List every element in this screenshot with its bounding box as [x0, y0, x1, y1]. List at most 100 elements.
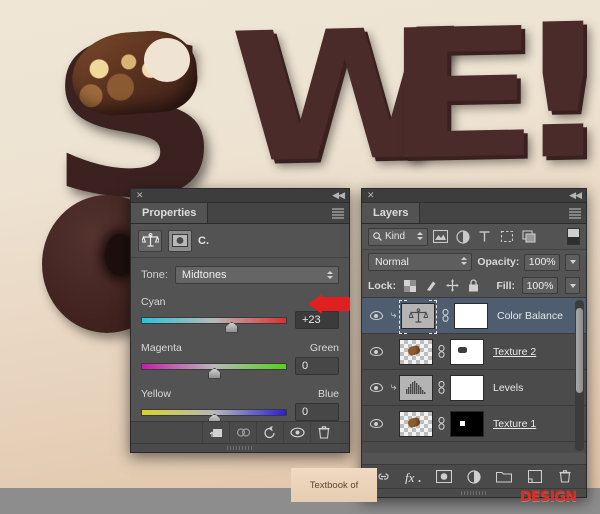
type-filter-icon[interactable] — [475, 227, 494, 246]
shape-filter-icon[interactable] — [497, 227, 516, 246]
opacity-dropdown-icon[interactable] — [565, 253, 580, 271]
artwork-letter-exclaim: ! — [510, 0, 600, 202]
table-row[interactable]: Texture 2 — [362, 334, 586, 370]
link-mask-icon[interactable] — [436, 417, 447, 431]
layer-mask-icon[interactable] — [168, 229, 192, 252]
table-row[interactable]: ⤷ — [362, 298, 586, 334]
layer-thumbnail[interactable] — [399, 338, 433, 365]
eye-icon — [369, 419, 383, 428]
reset-icon[interactable] — [256, 421, 283, 444]
red-arrow-annotation-icon — [306, 294, 350, 314]
blend-mode-row: Normal Opacity: 100% — [362, 250, 586, 274]
fill-label: Fill: — [496, 279, 515, 292]
toggle-previous-state-icon[interactable] — [229, 421, 256, 444]
layer-visibility-toggle[interactable] — [364, 383, 388, 392]
filter-toggle-icon[interactable] — [567, 228, 580, 245]
layer-visibility-toggle[interactable] — [364, 347, 388, 356]
properties-resize-grip[interactable] — [131, 443, 349, 452]
color-balance-scale-icon[interactable] — [138, 229, 162, 252]
blend-mode-select[interactable]: Normal — [368, 253, 473, 271]
properties-tabbar: Properties — [131, 203, 349, 224]
table-row[interactable]: YOU TYPE — [362, 442, 586, 453]
adjustment-thumbnail[interactable] — [401, 302, 435, 329]
close-icon[interactable]: ✕ — [136, 191, 144, 200]
lock-image-icon[interactable] — [424, 279, 438, 293]
eye-icon — [369, 347, 383, 356]
stepper-arrows-icon — [417, 231, 423, 240]
opacity-value[interactable]: 100% — [524, 253, 561, 271]
clip-to-layer-icon[interactable] — [202, 421, 229, 444]
tone-select[interactable]: Midtones — [174, 266, 339, 284]
design-watermark: DESIGN — [520, 489, 577, 505]
delete-icon[interactable] — [310, 421, 337, 444]
clipping-mask-indicator-icon: ⤷ — [390, 381, 397, 393]
slider-yellow-blue-wrap: 0 — [141, 403, 339, 425]
layer-mask-thumbnail[interactable] — [450, 410, 484, 437]
layer-filter-row: Kind — [362, 224, 586, 250]
table-row[interactable]: Texture 1 — [362, 406, 586, 442]
layer-mask-thumbnail[interactable] — [454, 302, 488, 329]
table-row[interactable]: ⤷ — [362, 370, 586, 406]
toggle-visibility-icon[interactable] — [283, 421, 310, 444]
tone-row: Tone: Midtones — [141, 266, 339, 284]
slider-green-label: Green — [309, 342, 339, 354]
slider-yellow-blue-labels: Yellow Blue — [141, 388, 339, 400]
layer-name[interactable]: Levels — [493, 382, 523, 394]
layer-mask-thumbnail[interactable] — [450, 338, 484, 365]
lock-row: Lock: Fill: 100% — [362, 274, 586, 298]
layer-name[interactable]: Texture 1 — [493, 418, 536, 430]
stepper-arrows-icon — [461, 257, 468, 265]
new-layer-icon[interactable] — [524, 467, 546, 487]
pixel-filter-icon[interactable] — [431, 227, 450, 246]
properties-panel: ✕ ◀◀ Properties C. Tone: Midtones Cyan +… — [130, 188, 350, 453]
new-group-icon[interactable] — [493, 467, 515, 487]
panel-menu-icon[interactable] — [329, 208, 344, 219]
layer-list-scrollbar[interactable] — [575, 300, 584, 451]
slider-yellow-blue-track[interactable] — [141, 408, 287, 425]
fill-dropdown-icon[interactable] — [565, 277, 580, 294]
layer-thumbnail[interactable] — [399, 410, 433, 437]
eye-icon — [369, 383, 383, 392]
layers-footer-toolbar: fx — [362, 464, 586, 488]
adjustment-thumbnail[interactable] — [399, 374, 433, 401]
add-layer-mask-icon[interactable] — [433, 467, 455, 487]
tab-layers[interactable]: Layers — [362, 203, 421, 223]
lock-label: Lock: — [368, 279, 397, 292]
slider-cyan-label: Cyan — [141, 296, 166, 308]
collapse-icon[interactable]: ◀◀ — [569, 191, 582, 200]
tab-properties[interactable]: Properties — [131, 203, 209, 223]
adjustment-filter-icon[interactable] — [453, 227, 472, 246]
layer-style-fx-icon[interactable]: fx — [402, 467, 424, 487]
slider-cyan-red-track[interactable] — [141, 316, 287, 333]
layer-name[interactable]: Color Balance — [497, 310, 563, 322]
link-mask-icon[interactable] — [440, 309, 451, 323]
link-mask-icon[interactable] — [436, 381, 447, 395]
layer-mask-thumbnail[interactable] — [450, 374, 484, 401]
collapse-icon[interactable]: ◀◀ — [332, 191, 345, 200]
filter-kind-select[interactable]: Kind — [368, 227, 428, 246]
link-mask-icon[interactable] — [436, 345, 447, 359]
slider-cyan-red-knob[interactable] — [225, 321, 239, 333]
layer-name[interactable]: Texture 2 — [493, 346, 536, 358]
lock-transparency-icon[interactable] — [403, 279, 417, 293]
tone-value: Midtones — [181, 269, 227, 281]
layers-panel: ✕ ◀◀ Layers Kind Normal Opacity: 100% Lo… — [361, 188, 587, 498]
slider-magenta-green-value[interactable]: 0 — [295, 357, 339, 375]
new-adjustment-layer-icon[interactable] — [463, 467, 485, 487]
smart-object-filter-icon[interactable] — [519, 227, 538, 246]
watermark-text: DESIGN — [520, 489, 577, 505]
layer-visibility-toggle[interactable] — [364, 419, 388, 428]
slider-magenta-green: Magenta Green 0 — [141, 342, 339, 379]
lock-position-icon[interactable] — [445, 279, 459, 293]
layer-visibility-toggle[interactable] — [364, 311, 388, 320]
slider-magenta-green-knob[interactable] — [208, 367, 221, 379]
properties-title: C. — [198, 234, 209, 247]
slider-magenta-green-track[interactable] — [141, 362, 287, 379]
layer-list: ⤷ Color Balance Texture 2 ⤷ Levels Textu… — [362, 298, 586, 453]
delete-layer-icon[interactable] — [554, 467, 576, 487]
close-icon[interactable]: ✕ — [367, 191, 375, 200]
panel-menu-icon[interactable] — [566, 208, 581, 219]
lock-all-icon[interactable] — [466, 279, 480, 293]
slider-yellow-blue-value[interactable]: 0 — [295, 403, 339, 421]
fill-value[interactable]: 100% — [522, 277, 558, 294]
